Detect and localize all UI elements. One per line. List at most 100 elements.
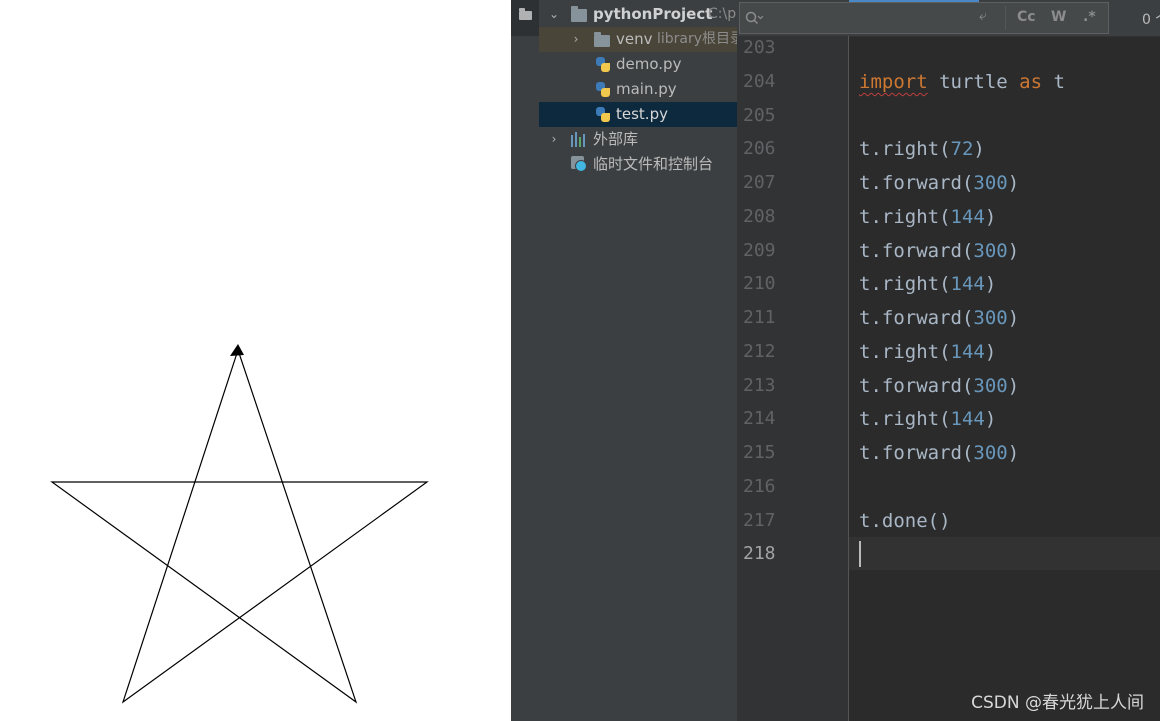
tree-item-label: venv xyxy=(616,30,653,48)
number-literal: 72 xyxy=(950,138,974,160)
identifier: t xyxy=(1042,71,1065,93)
enter-icon[interactable]: ⤶ xyxy=(979,8,987,24)
active-tab-indicator xyxy=(849,0,979,2)
line-number: 211 xyxy=(743,307,776,328)
line-number: 215 xyxy=(743,442,776,463)
star-drawing xyxy=(50,344,429,704)
separator xyxy=(1005,6,1006,30)
code-text: ) xyxy=(984,206,997,228)
tree-item-label: demo.py xyxy=(616,55,682,73)
search-icon[interactable] xyxy=(745,11,763,25)
line-number: 204 xyxy=(743,71,776,92)
tree-item-main-py[interactable]: main.py xyxy=(539,77,737,102)
line-number: 214 xyxy=(743,408,776,429)
code-line[interactable]: t.done() xyxy=(859,504,951,538)
tree-item-test-py[interactable]: test.py xyxy=(539,102,737,127)
ide-window: ⌄ pythonProject C:\p › venv library根目录 d… xyxy=(511,0,1160,721)
code-text: t.forward( xyxy=(859,172,974,194)
whole-word-button[interactable]: W xyxy=(1051,9,1066,25)
line-number: 207 xyxy=(743,172,776,193)
tree-item-label: 外部库 xyxy=(593,130,639,148)
tree-item-hint: library根目录 xyxy=(657,31,737,47)
code-text: t.forward( xyxy=(859,307,974,329)
code-text: t.right( xyxy=(859,341,951,363)
code-text: t.forward( xyxy=(859,442,974,464)
code-text: ) xyxy=(1007,375,1020,397)
number-literal: 300 xyxy=(973,442,1008,464)
search-bar: ⤶ Cc W .* 0 个 xyxy=(737,0,1160,37)
python-file-icon xyxy=(595,82,611,97)
project-tree: ⌄ pythonProject C:\p › venv library根目录 d… xyxy=(539,0,737,721)
line-number: 217 xyxy=(743,510,776,531)
project-path: C:\p xyxy=(708,6,737,22)
number-literal: 300 xyxy=(973,307,1008,329)
tree-root-pythonproject[interactable]: ⌄ pythonProject C:\p xyxy=(539,2,737,27)
folder-icon xyxy=(571,6,587,22)
turtle-cursor-icon xyxy=(230,344,244,356)
number-literal: 300 xyxy=(973,375,1008,397)
code-text: t.right( xyxy=(859,273,951,295)
number-literal: 144 xyxy=(950,341,985,363)
code-text: t.right( xyxy=(859,408,951,430)
folder-icon xyxy=(594,32,610,47)
line-number: 206 xyxy=(743,138,776,159)
project-tool-tab[interactable] xyxy=(511,0,539,36)
code-line[interactable]: t.right(144) xyxy=(859,200,996,234)
number-literal: 144 xyxy=(950,273,985,295)
code-text: t.forward( xyxy=(859,375,974,397)
match-case-button[interactable]: Cc xyxy=(1017,9,1036,25)
identifier: turtle xyxy=(927,71,1020,93)
code-text: ) xyxy=(973,138,985,160)
code-line[interactable]: t.right(144) xyxy=(859,267,996,301)
chevron-down-icon[interactable]: ⌄ xyxy=(547,2,561,27)
line-number: 212 xyxy=(743,341,776,362)
search-results-count: 0 个 xyxy=(1142,12,1160,28)
number-literal: 144 xyxy=(950,206,985,228)
code-line[interactable]: t.right(144) xyxy=(859,402,996,436)
code-line[interactable]: t.forward(300) xyxy=(859,301,1019,335)
current-line-highlight xyxy=(849,537,1160,570)
code-text: t.right( xyxy=(859,138,951,160)
code-text: ) xyxy=(1007,172,1020,194)
number-literal: 144 xyxy=(950,408,985,430)
tree-item-demo-py[interactable]: demo.py xyxy=(539,52,737,77)
regex-button[interactable]: .* xyxy=(1083,9,1096,25)
code-text: ) xyxy=(1007,307,1020,329)
code-line[interactable]: t.right(72) xyxy=(859,132,985,166)
code-text: ) xyxy=(984,408,997,430)
code-line[interactable]: t.forward(300) xyxy=(859,369,1019,403)
chevron-right-icon[interactable]: › xyxy=(569,27,583,52)
code-line[interactable]: t.forward(300) xyxy=(859,436,1019,470)
number-literal: 300 xyxy=(973,172,1008,194)
line-number: 213 xyxy=(743,375,776,396)
code-text: t.forward( xyxy=(859,240,974,262)
line-number: 209 xyxy=(743,240,776,261)
tree-item-label: 临时文件和控制台 xyxy=(593,155,714,173)
code-text: ) xyxy=(984,273,997,295)
code-line[interactable]: t.forward(300) xyxy=(859,166,1019,200)
text-caret xyxy=(859,541,861,567)
code-text: ) xyxy=(984,341,997,363)
code-text: ) xyxy=(1007,240,1020,262)
tree-item-scratches[interactable]: 临时文件和控制台 xyxy=(539,152,737,177)
star-path xyxy=(50,349,429,704)
scratch-icon xyxy=(571,156,587,172)
turtle-canvas xyxy=(0,0,511,721)
code-line[interactable]: t.right(144) xyxy=(859,335,996,369)
project-name: pythonProject xyxy=(593,5,713,23)
keyword: as xyxy=(1019,71,1043,93)
watermark: CSDN @春光犹上人间 xyxy=(971,693,1144,713)
chevron-right-icon[interactable]: › xyxy=(547,127,561,152)
python-file-icon xyxy=(595,57,611,72)
code-editor[interactable]: ⤶ Cc W .* 0 个 203 204 205 206 207 208 20… xyxy=(737,0,1160,721)
tool-window-strip xyxy=(511,0,540,721)
library-icon xyxy=(571,132,587,147)
tree-item-external-libraries[interactable]: › 外部库 xyxy=(539,127,737,152)
line-number: 208 xyxy=(743,206,776,227)
tree-item-label: test.py xyxy=(616,105,668,123)
code-line[interactable]: t.forward(300) xyxy=(859,234,1019,268)
folder-icon xyxy=(519,8,532,20)
code-line[interactable]: import turtle as t xyxy=(859,65,1065,99)
tree-item-venv[interactable]: › venv library根目录 xyxy=(539,27,737,52)
line-number: 203 xyxy=(743,37,776,58)
